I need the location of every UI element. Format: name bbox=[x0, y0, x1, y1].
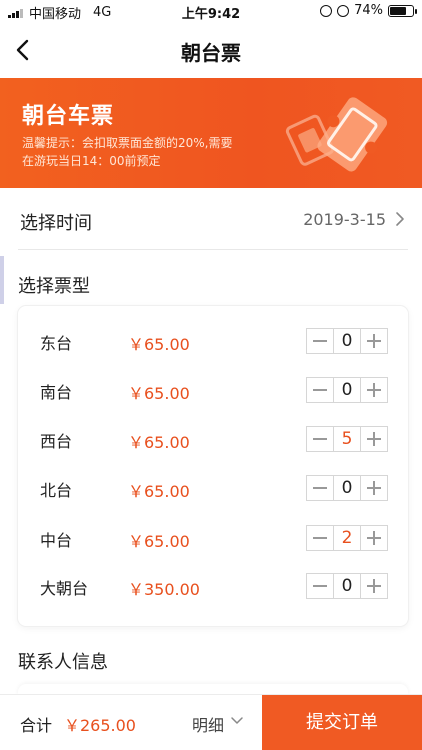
ticket-row: 南台 ￥65.00 0 bbox=[18, 371, 408, 411]
ticket-icon bbox=[285, 97, 388, 172]
ticket-name: 南台 bbox=[40, 383, 73, 402]
status-bar: 中国移动 4G 上午9:42 74% bbox=[0, 0, 422, 22]
total-value: ￥265.00 bbox=[64, 716, 136, 735]
ticket-types-card: 东台 ￥65.00 0 南台 ￥65.00 0 西台 ￥65.00 5 北台 ￥… bbox=[18, 306, 408, 626]
chevron-right-icon bbox=[396, 212, 404, 226]
quantity-value[interactable]: 0 bbox=[333, 378, 361, 402]
quantity-value[interactable]: 0 bbox=[333, 476, 361, 500]
minus-button[interactable] bbox=[307, 574, 333, 598]
minus-button[interactable] bbox=[307, 427, 333, 451]
ticket-name: 北台 bbox=[40, 481, 73, 500]
rotation-lock-icon bbox=[320, 4, 333, 17]
promo-banner: 朝台车票 温馨提示：会扣取票面金额的20%,需要 在游玩当日14：00前预定 bbox=[0, 78, 422, 188]
quantity-value[interactable]: 5 bbox=[333, 427, 361, 451]
ticket-row: 北台 ￥65.00 0 bbox=[18, 469, 408, 509]
quantity-stepper: 0 bbox=[306, 475, 388, 501]
chevron-down-icon[interactable] bbox=[230, 716, 244, 726]
ticket-row: 西台 ￥65.00 5 bbox=[18, 420, 408, 460]
ticket-name: 东台 bbox=[40, 334, 73, 353]
minus-button[interactable] bbox=[307, 378, 333, 402]
ticket-price: ￥65.00 bbox=[128, 433, 190, 452]
detail-button[interactable]: 明细 bbox=[192, 712, 224, 736]
plus-button[interactable] bbox=[361, 427, 387, 451]
quantity-value[interactable]: 2 bbox=[333, 526, 361, 550]
ticket-name: 中台 bbox=[40, 531, 73, 550]
ticket-price: ￥65.00 bbox=[128, 532, 190, 551]
ticket-price: ￥350.00 bbox=[128, 580, 200, 599]
plus-button[interactable] bbox=[361, 329, 387, 353]
banner-note-line2: 在游玩当日14：00前预定 bbox=[22, 154, 161, 168]
ticket-row: 东台 ￥65.00 0 bbox=[18, 322, 408, 362]
ticket-price: ￥65.00 bbox=[128, 482, 190, 501]
date-select-row[interactable]: 选择时间 2019-3-15 bbox=[18, 188, 408, 250]
ticket-price: ￥65.00 bbox=[128, 335, 190, 354]
battery-percent: 74% bbox=[354, 3, 383, 18]
order-form: 选择时间 2019-3-15 选择票型 东台 ￥65.00 0 南台 ￥65.0… bbox=[0, 188, 422, 696]
plus-button[interactable] bbox=[361, 378, 387, 402]
quantity-stepper: 2 bbox=[306, 525, 388, 551]
banner-title: 朝台车票 bbox=[22, 104, 115, 129]
ticket-section-title: 选择票型 bbox=[18, 276, 90, 297]
ticket-name: 大朝台 bbox=[40, 579, 89, 598]
date-label: 选择时间 bbox=[20, 213, 92, 234]
quantity-stepper: 0 bbox=[306, 328, 388, 354]
banner-note: 温馨提示：会扣取票面金额的20%,需要 在游玩当日14：00前预定 bbox=[22, 134, 272, 170]
nav-bar: 朝台票 bbox=[0, 22, 422, 78]
page-title: 朝台票 bbox=[181, 41, 241, 65]
ticket-price: ￥65.00 bbox=[128, 384, 190, 403]
total-label: 合计 bbox=[20, 716, 53, 735]
battery-fill bbox=[390, 6, 407, 15]
minus-button[interactable] bbox=[307, 526, 333, 550]
quantity-value[interactable]: 0 bbox=[333, 329, 361, 353]
date-value: 2019-3-15 bbox=[303, 210, 386, 229]
plus-button[interactable] bbox=[361, 476, 387, 500]
quantity-value[interactable]: 0 bbox=[333, 574, 361, 598]
banner-note-line1: 温馨提示：会扣取票面金额的20%,需要 bbox=[22, 136, 233, 150]
bottom-bar: 合计 ￥265.00 明细 提交订单 bbox=[0, 694, 422, 750]
ticket-row: 大朝台 ￥350.00 0 bbox=[18, 567, 408, 607]
minus-button[interactable] bbox=[307, 476, 333, 500]
ticket-row: 中台 ￥65.00 2 bbox=[18, 519, 408, 559]
minus-button[interactable] bbox=[307, 329, 333, 353]
ticket-name: 西台 bbox=[40, 432, 73, 451]
side-accent bbox=[0, 256, 4, 304]
battery-icon bbox=[388, 4, 417, 17]
plus-button[interactable] bbox=[361, 526, 387, 550]
quantity-stepper: 0 bbox=[306, 377, 388, 403]
plus-button[interactable] bbox=[361, 574, 387, 598]
quantity-stepper: 0 bbox=[306, 573, 388, 599]
quantity-stepper: 5 bbox=[306, 426, 388, 452]
submit-order-button[interactable]: 提交订单 bbox=[262, 695, 422, 750]
contact-section-title: 联系人信息 bbox=[18, 652, 108, 673]
alarm-icon bbox=[337, 4, 350, 17]
